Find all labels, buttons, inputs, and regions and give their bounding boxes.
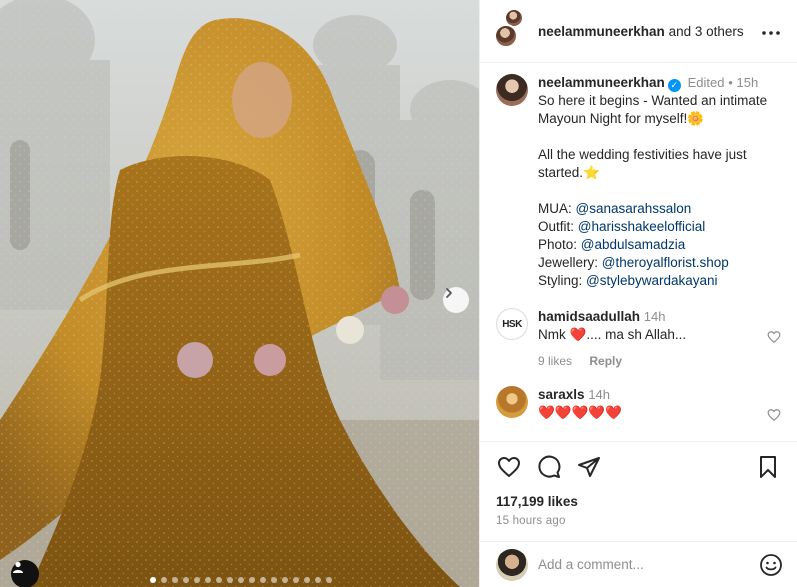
comment-text: ❤️❤️❤️❤️❤️ [538, 405, 623, 420]
caption-time[interactable]: 15h [737, 75, 759, 90]
comments-section[interactable]: neelammuneerkhan ✓ Edited • 15h So here i… [480, 64, 797, 440]
like-comment-button[interactable] [767, 408, 781, 422]
comment-time[interactable]: 14h [588, 387, 610, 402]
comment-item: HSK hamidsaadullah 14h Nmk ❤️.... ma sh … [496, 308, 781, 370]
carousel-dot [238, 577, 244, 583]
post-timestamp[interactable]: 15 hours ago [496, 515, 781, 527]
user-tags-button[interactable] [11, 560, 39, 587]
post-header: neelammuneerkhan and 3 others [480, 0, 797, 63]
credit-label: Outfit: [538, 219, 575, 234]
comment-text: .... ma sh Allah... [586, 327, 687, 342]
comment-item: saraxls 14h ❤️❤️❤️❤️❤️ [496, 386, 781, 422]
comment-text: Nmk [538, 327, 566, 342]
avatar[interactable]: HSK [496, 308, 528, 340]
paper-plane-icon [577, 455, 601, 484]
carousel-dots [150, 577, 332, 583]
post-media[interactable] [0, 0, 479, 587]
comment-icon [537, 455, 561, 484]
like-button[interactable] [496, 456, 522, 482]
comment-time[interactable]: 14h [644, 309, 666, 324]
add-comment-bar [480, 541, 797, 587]
reply-button[interactable]: Reply [589, 354, 622, 368]
carousel-dot [293, 577, 299, 583]
carousel-dot [227, 577, 233, 583]
likes-count[interactable]: 117,199 likes [496, 494, 781, 509]
carousel-dot [304, 577, 310, 583]
post-authors: neelammuneerkhan and 3 others [538, 24, 744, 39]
edited-label: Edited [687, 75, 725, 90]
comment-meta: 9 likes Reply [538, 352, 781, 370]
heart-icon [497, 455, 521, 484]
share-button[interactable] [576, 456, 602, 482]
caption-username[interactable]: neelammuneerkhan [538, 75, 665, 90]
carousel-dot [205, 577, 211, 583]
mention-link[interactable]: @sanasarahssalon [576, 201, 692, 216]
credit-label: Photo: [538, 237, 578, 252]
post-details-panel: neelammuneerkhan and 3 others neelammune… [479, 0, 797, 587]
heart-icon [767, 331, 781, 348]
next-media-button[interactable] [443, 287, 469, 313]
post-actions: 117,199 likes 15 hours ago [480, 441, 797, 541]
avatar[interactable] [494, 24, 518, 48]
caption-line: All the wedding festivities have just st… [538, 147, 747, 180]
mention-link[interactable]: @abdulsamadzia [581, 237, 686, 252]
carousel-dot [216, 577, 222, 583]
carousel-dot [282, 577, 288, 583]
carousel-dot [260, 577, 266, 583]
other-authors[interactable]: and 3 others [669, 24, 744, 39]
carousel-dot [161, 577, 167, 583]
credit-label: Styling: [538, 273, 583, 288]
caption: neelammuneerkhan ✓ Edited • 15h So here i… [496, 74, 781, 290]
heart-icon [767, 409, 781, 426]
bookmark-icon [757, 455, 779, 484]
credit-label: Jewellery: [538, 255, 599, 270]
save-button[interactable] [755, 455, 781, 484]
carousel-dot [194, 577, 200, 583]
mention-link[interactable]: @harisshakeelofficial [578, 219, 706, 234]
emoji-button[interactable] [759, 553, 783, 577]
comment-button[interactable] [536, 455, 562, 484]
comment-input[interactable] [538, 557, 759, 572]
carousel-dot [315, 577, 321, 583]
comment-likes[interactable]: 9 likes [538, 354, 572, 368]
carousel-dot [326, 577, 332, 583]
collab-avatars[interactable] [494, 8, 524, 48]
more-options-icon [761, 23, 781, 41]
post-photo [0, 0, 479, 587]
avatar [496, 548, 528, 581]
credit-label: MUA: [538, 201, 572, 216]
more-options-button[interactable] [759, 20, 783, 44]
mention-link[interactable]: @theroyalflorist.shop [602, 255, 729, 270]
comment-emoji: ❤️ [569, 327, 587, 342]
carousel-dot [150, 577, 156, 583]
caption-line: So here it begins - Wanted an intimate M… [538, 93, 768, 126]
carousel-dot [271, 577, 277, 583]
verified-badge-icon: ✓ [667, 79, 681, 92]
carousel-dot [249, 577, 255, 583]
mention-link[interactable]: @stylebywardakayani [586, 273, 718, 288]
like-comment-button[interactable] [767, 330, 781, 344]
avatar[interactable] [496, 74, 528, 106]
author-username[interactable]: neelammuneerkhan [538, 24, 665, 39]
carousel-dot [183, 577, 189, 583]
carousel-dot [172, 577, 178, 583]
comment-username[interactable]: hamidsaadullah [538, 309, 640, 324]
comment-username[interactable]: saraxls [538, 387, 585, 402]
avatar[interactable] [496, 386, 528, 418]
emoji-icon [759, 553, 783, 581]
